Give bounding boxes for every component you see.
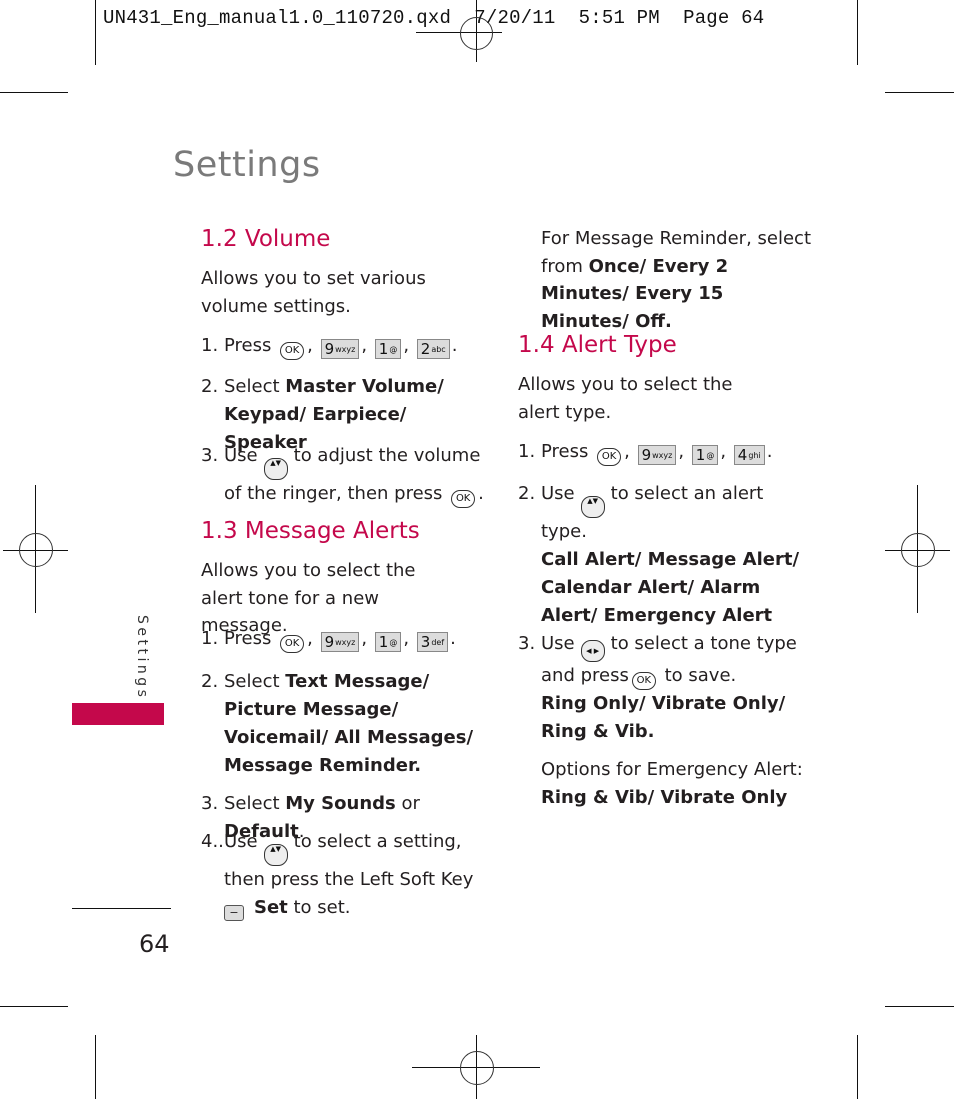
- ok-key-icon: OK: [631, 672, 656, 690]
- step-3: 3. Use ▲▼ to adjust the volume of the ring…: [201, 442, 491, 508]
- step-1: 1. Press OK, 9wxyz, 1@, 4ghi.: [518, 441, 773, 466]
- step-1: 1. Press OK, 9wxyz, 1@, 3def.: [201, 628, 456, 653]
- key-9-icon: 9wxyz: [320, 339, 360, 359]
- section-heading: 1.2 Volume: [201, 226, 331, 252]
- print-slug: UN431_Eng_manual1.0_110720.qxd 7/20/11 5…: [103, 7, 765, 29]
- crop-mark: [857, 1035, 858, 1099]
- step-4: 4.. Use ▲▼ to select a setting, then press…: [201, 831, 474, 921]
- step-2: 2. Use ▲▼ to select an alert type. Call Ale…: [518, 483, 800, 626]
- crop-mark: [95, 1035, 96, 1099]
- section-intro: Allows you to select the alert type.: [518, 374, 733, 423]
- reminder-note: For Message Reminder, select from Once/ …: [541, 228, 811, 332]
- step-3: 3. Use ◀ ▶ to select a tone type and press…: [518, 630, 808, 812]
- nav-up-down-icon: ▲▼: [263, 458, 288, 480]
- key-9-icon: 9wxyz: [320, 632, 360, 652]
- crop-mark: [885, 1006, 954, 1007]
- ok-key-icon: OK: [597, 448, 622, 466]
- section-heading: 1.3 Message Alerts: [201, 518, 420, 544]
- crop-mark: [0, 92, 68, 93]
- footer-rule: [72, 908, 171, 909]
- side-tab-marker: [72, 703, 164, 725]
- section-heading: 1.4 Alert Type: [518, 332, 677, 358]
- key-1-icon: 1@: [691, 445, 719, 465]
- ok-key-icon: OK: [451, 490, 476, 508]
- page-title: Settings: [173, 145, 321, 185]
- emergency-options: Options for Emergency Alert: Ring & Vib/ …: [541, 759, 803, 808]
- key-1-icon: 1@: [374, 339, 402, 359]
- left-soft-key-icon: −: [224, 905, 244, 921]
- key-4-icon: 4ghi: [733, 445, 765, 465]
- ok-key-icon: OK: [280, 635, 305, 653]
- page-number: 64: [139, 930, 170, 958]
- crop-mark: [95, 0, 96, 65]
- step-1: 1. Press OK, 9wxyz, 1@, 2abc.: [201, 335, 458, 360]
- nav-up-down-icon: ▲▼: [580, 496, 605, 518]
- crop-mark: [857, 0, 858, 65]
- crop-mark: [0, 1006, 68, 1007]
- nav-left-right-icon: ◀ ▶: [580, 640, 605, 662]
- section-intro: Allows you to set various volume setting…: [201, 268, 426, 317]
- ok-key-icon: OK: [280, 342, 305, 360]
- key-3-icon: 3def: [416, 632, 449, 652]
- step-2: 2. Select Text Message/ Picture Message/…: [201, 671, 474, 776]
- side-tab-label: Settings: [134, 615, 150, 701]
- key-2-icon: 2abc: [416, 339, 450, 359]
- crop-mark: [885, 92, 954, 93]
- key-9-icon: 9wxyz: [637, 445, 677, 465]
- nav-up-down-icon: ▲▼: [263, 844, 288, 866]
- key-1-icon: 1@: [374, 632, 402, 652]
